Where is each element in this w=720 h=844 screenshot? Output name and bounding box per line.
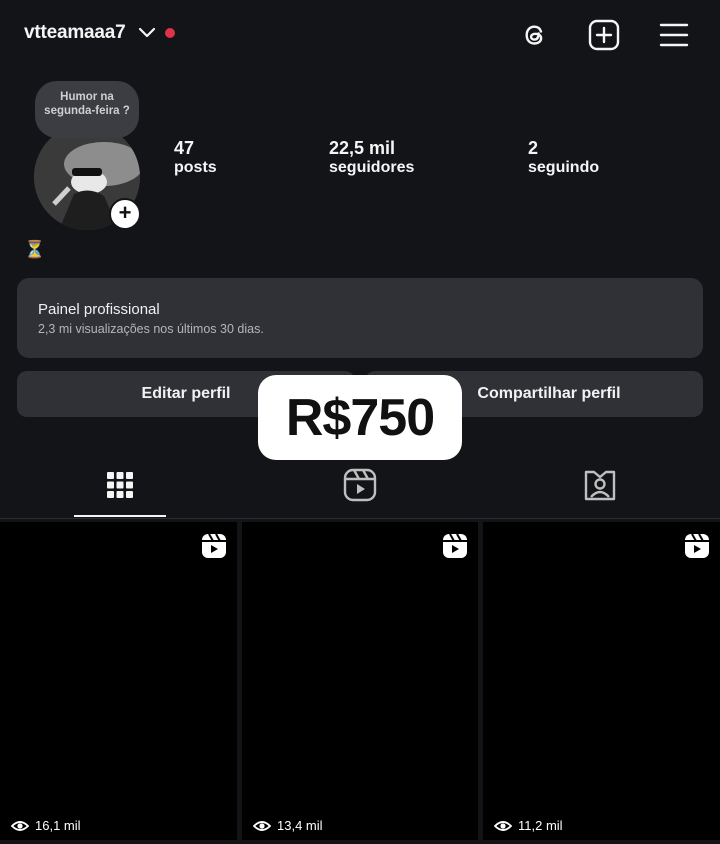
tagged-icon	[584, 470, 616, 501]
stat-posts-label: posts	[174, 159, 217, 176]
reel-badge-icon	[202, 533, 226, 558]
add-post-icon[interactable]	[585, 16, 623, 54]
eye-icon	[253, 820, 271, 831]
stat-followers-value: 22,5 mil	[329, 138, 396, 158]
stat-followers[interactable]: 22,5 mil seguidores	[329, 138, 414, 177]
tab-divider	[0, 518, 720, 519]
menu-icon[interactable]	[655, 16, 693, 54]
view-count-value: 16,1 mil	[35, 818, 81, 833]
view-count: 13,4 mil	[253, 818, 323, 833]
stat-followers-label: seguidores	[329, 159, 415, 176]
grid-tile[interactable]	[483, 522, 720, 840]
tab-posts-grid[interactable]	[74, 462, 166, 508]
eye-icon	[11, 820, 29, 831]
stat-posts-value: 47	[174, 138, 195, 158]
profile-note[interactable]: Humor na segunda-feira ?	[35, 81, 139, 138]
eye-icon	[494, 820, 512, 831]
view-count: 16,1 mil	[11, 818, 81, 833]
notification-dot	[165, 28, 175, 38]
grid-tile[interactable]	[0, 522, 237, 840]
reel-badge-icon	[685, 533, 709, 558]
bio-emoji: ⏳	[24, 240, 46, 259]
view-count: 11,2 mil	[494, 818, 563, 833]
professional-dashboard[interactable]	[17, 278, 703, 358]
view-count-value: 11,2 mil	[518, 818, 563, 833]
dashboard-subtitle: 2,3 mi visualizações nos últimos 30 dias…	[38, 322, 264, 336]
active-tab-indicator	[74, 515, 166, 517]
stat-following-label: seguindo	[528, 159, 600, 176]
threads-icon[interactable]	[516, 16, 554, 54]
stat-following-value: 2	[528, 138, 539, 158]
stat-following[interactable]: 2 seguindo	[528, 138, 599, 177]
chevron-down-icon[interactable]	[138, 26, 156, 40]
dashboard-title: Painel profissional	[38, 301, 160, 318]
view-count-value: 13,4 mil	[277, 818, 323, 833]
stat-posts[interactable]: 47 posts	[174, 138, 217, 177]
share-profile-label: Compartilhar perfil	[477, 385, 621, 402]
tab-reels[interactable]	[314, 462, 406, 508]
tab-tagged[interactable]	[554, 462, 646, 508]
reels-icon	[343, 468, 377, 502]
reel-badge-icon	[443, 533, 467, 558]
profile-username[interactable]: vtteamaaa7	[24, 22, 126, 44]
add-story-button[interactable]: +	[109, 198, 141, 230]
price-overlay: R$750	[258, 375, 462, 460]
posts-grid-icon	[107, 472, 133, 498]
grid-tile[interactable]	[242, 522, 478, 840]
